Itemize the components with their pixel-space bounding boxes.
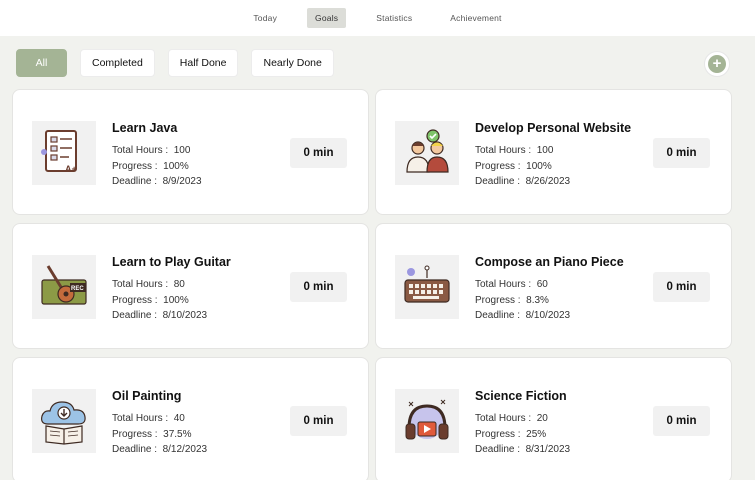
time-spent-button[interactable]: 0 min xyxy=(290,138,347,168)
goal-card[interactable]: Science Fiction Total Hours : 20 Progres… xyxy=(375,357,732,480)
add-goal-button[interactable]: + xyxy=(704,51,730,77)
time-spent-button[interactable]: 0 min xyxy=(290,272,347,302)
deadline: Deadline : 8/12/2023 xyxy=(112,444,208,455)
deadline: Deadline : 8/31/2023 xyxy=(475,444,571,455)
time-spent-button[interactable]: 0 min xyxy=(653,406,710,436)
deadline: Deadline : 8/10/2023 xyxy=(475,310,571,321)
goal-card[interactable]: REC Learn to Play Guitar Total Hours : 8… xyxy=(12,223,369,349)
time-spent-button[interactable]: 0 min xyxy=(653,272,710,302)
goal-title: Develop Personal Website xyxy=(475,121,632,135)
deadline: Deadline : 8/9/2023 xyxy=(112,176,202,187)
keyboard-icon xyxy=(395,255,459,319)
goal-title: Learn Java xyxy=(112,121,178,135)
goal-card[interactable]: Oil Painting Total Hours : 40 Progress :… xyxy=(12,357,369,480)
rec-badge: REC xyxy=(71,286,84,292)
total-hours: Total Hours : 100 xyxy=(475,145,554,156)
filter-nearly-done-button[interactable]: Nearly Done xyxy=(251,49,334,77)
cloud-book-icon xyxy=(32,389,96,453)
total-hours: Total Hours : 80 xyxy=(112,279,185,290)
goal-card[interactable]: Compose an Piano Piece Total Hours : 60 … xyxy=(375,223,732,349)
tab-today[interactable]: Today xyxy=(245,8,285,28)
plus-icon: + xyxy=(708,55,726,73)
time-spent-button[interactable]: 0 min xyxy=(653,138,710,168)
total-hours: Total Hours : 100 xyxy=(112,145,191,156)
goal-card[interactable]: Develop Personal Website Total Hours : 1… xyxy=(375,89,732,215)
guitar-rec-icon: REC xyxy=(32,255,96,319)
progress: Progress : 37.5% xyxy=(112,429,192,440)
total-hours: Total Hours : 20 xyxy=(475,413,548,424)
deadline: Deadline : 8/10/2023 xyxy=(112,310,208,321)
goal-card[interactable]: A+ Learn Java Total Hours : 100 Progress… xyxy=(12,89,369,215)
progress: Progress : 8.3% xyxy=(475,295,549,306)
goal-title: Oil Painting xyxy=(112,389,182,403)
total-hours: Total Hours : 40 xyxy=(112,413,185,424)
tab-statistics[interactable]: Statistics xyxy=(368,8,420,28)
progress: Progress : 100% xyxy=(112,161,189,172)
top-nav: Today Goals Statistics Achievement xyxy=(0,0,755,36)
team-check-icon xyxy=(395,121,459,185)
tab-goals[interactable]: Goals xyxy=(307,8,347,28)
progress: Progress : 100% xyxy=(112,295,189,306)
exam-paper-icon: A+ xyxy=(32,121,96,185)
time-spent-button[interactable]: 0 min xyxy=(290,406,347,436)
svg-text:A+: A+ xyxy=(65,164,77,174)
headphones-play-icon xyxy=(395,389,459,453)
total-hours: Total Hours : 60 xyxy=(475,279,548,290)
filter-half-done-button[interactable]: Half Done xyxy=(167,49,239,77)
filter-all-button[interactable]: All xyxy=(16,49,67,77)
goal-title: Compose an Piano Piece xyxy=(475,255,624,269)
goal-title: Science Fiction xyxy=(475,389,567,403)
deadline: Deadline : 8/26/2023 xyxy=(475,176,571,187)
filter-completed-button[interactable]: Completed xyxy=(80,49,155,77)
tab-achievement[interactable]: Achievement xyxy=(442,8,509,28)
progress: Progress : 100% xyxy=(475,161,552,172)
progress: Progress : 25% xyxy=(475,429,547,440)
goal-title: Learn to Play Guitar xyxy=(112,255,231,269)
filter-bar: All Completed Half Done Nearly Done xyxy=(16,49,334,77)
